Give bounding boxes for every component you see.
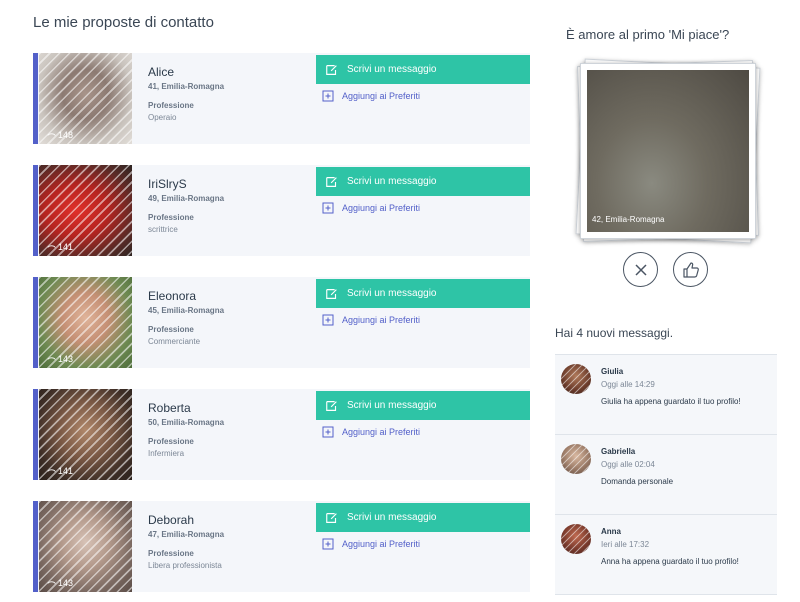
message-item[interactable]: Giulia Oggi alle 14:29 Giulia ha appena … (555, 355, 777, 435)
contact-location: 50, Emilia-Romagna (148, 418, 225, 427)
contact-location: 47, Emilia-Romagna (148, 530, 225, 539)
write-message-button[interactable]: Scrivi un messaggio (316, 55, 530, 84)
profession-label: Professione (148, 549, 194, 558)
compose-icon (326, 400, 337, 411)
profile-photo[interactable]: 141 (39, 389, 132, 480)
write-message-button[interactable]: Scrivi un messaggio (316, 391, 530, 420)
contact-name[interactable]: Roberta (148, 401, 318, 415)
message-text: Giulia ha appena guardato il tuo profilo… (601, 397, 741, 406)
message-text: Domanda personale (601, 477, 674, 486)
messages-panel-title: Hai 4 nuovi messaggi. (555, 326, 674, 340)
message-item[interactable]: Anna Ieri alle 17:32 Anna ha appena guar… (555, 515, 777, 595)
contact-card: 148 Alice 41, Emilia-Romagna Professione… (33, 53, 530, 144)
contact-card: 143 Eleonora 45, Emilia-Romagna Professi… (33, 277, 530, 368)
message-sender: Giulia (601, 367, 624, 376)
card-accent (33, 389, 38, 480)
messages-list: Giulia Oggi alle 14:29 Giulia ha appena … (555, 354, 777, 595)
views-count: 141 (47, 242, 73, 252)
write-message-button[interactable]: Scrivi un messaggio (316, 503, 530, 532)
avatar[interactable] (561, 444, 591, 474)
page-title: Le mie proposte di contatto (33, 14, 214, 31)
contact-card: 143 Deborah 47, Emilia-Romagna Professio… (33, 501, 530, 592)
profession-value: Commerciante (148, 337, 201, 346)
bookmark-plus-icon (322, 538, 334, 550)
add-favorite-link[interactable]: Aggiungi ai Preferiti (322, 538, 420, 550)
avatar[interactable] (561, 364, 591, 394)
reject-button[interactable] (623, 252, 658, 287)
message-text: Anna ha appena guardato il tuo profilo! (601, 557, 739, 566)
bookmark-plus-icon (322, 314, 334, 326)
contact-location: 45, Emilia-Romagna (148, 306, 225, 315)
bookmark-plus-icon (322, 90, 334, 102)
like-panel-title: È amore al primo 'Mi piace'? (566, 27, 730, 42)
views-count: 141 (47, 466, 73, 476)
write-message-button[interactable]: Scrivi un messaggio (316, 279, 530, 308)
card-accent (33, 53, 38, 144)
eye-icon (47, 244, 56, 248)
compose-icon (326, 176, 337, 187)
compose-icon (326, 64, 337, 75)
bookmark-plus-icon (322, 426, 334, 438)
message-sender: Gabriella (601, 447, 636, 456)
like-photo-card[interactable]: 42, Emilia-Romagna (580, 63, 756, 239)
close-circle-icon (634, 263, 647, 276)
card-accent (33, 277, 38, 368)
add-favorite-link[interactable]: Aggiungi ai Preferiti (322, 314, 420, 326)
like-photo-stack[interactable]: 42, Emilia-Romagna (575, 58, 761, 244)
compose-icon (326, 512, 337, 523)
views-count: 143 (47, 354, 73, 364)
like-photo: 42, Emilia-Romagna (587, 70, 749, 232)
contact-name[interactable]: Deborah (148, 513, 318, 527)
profession-value: Infermiera (148, 449, 185, 458)
profile-photo[interactable]: 143 (39, 501, 132, 592)
eye-icon (47, 468, 56, 472)
contact-location: 49, Emilia-Romagna (148, 194, 225, 203)
profession-label: Professione (148, 101, 194, 110)
write-message-button[interactable]: Scrivi un messaggio (316, 167, 530, 196)
views-count: 148 (47, 130, 73, 140)
profile-photo[interactable]: 141 (39, 165, 132, 256)
add-favorite-link[interactable]: Aggiungi ai Preferiti (322, 426, 420, 438)
contact-name[interactable]: Alice (148, 65, 318, 79)
eye-icon (47, 132, 56, 136)
avatar[interactable] (561, 524, 591, 554)
profession-label: Professione (148, 213, 194, 222)
contact-card: 141 IriSlryS 49, Emilia-Romagna Professi… (33, 165, 530, 256)
message-sender: Anna (601, 527, 621, 536)
compose-icon (326, 288, 337, 299)
contact-name[interactable]: IriSlryS (148, 177, 318, 191)
eye-icon (47, 356, 56, 360)
profile-photo[interactable]: 143 (39, 277, 132, 368)
profession-value: Operaio (148, 113, 177, 122)
thumbs-up-icon (682, 261, 699, 278)
eye-icon (47, 580, 56, 584)
profession-label: Professione (148, 437, 194, 446)
message-item[interactable]: Gabriella Oggi alle 02:04 Domanda person… (555, 435, 777, 515)
add-favorite-link[interactable]: Aggiungi ai Preferiti (322, 202, 420, 214)
views-count: 143 (47, 578, 73, 588)
message-time: Ieri alle 17:32 (601, 540, 650, 549)
profession-label: Professione (148, 325, 194, 334)
card-accent (33, 165, 38, 256)
profession-value: Libera professionista (148, 561, 222, 570)
contact-location: 41, Emilia-Romagna (148, 82, 225, 91)
profile-photo[interactable]: 148 (39, 53, 132, 144)
contact-name[interactable]: Eleonora (148, 289, 318, 303)
message-time: Oggi alle 14:29 (601, 380, 655, 389)
contact-card: 141 Roberta 50, Emilia-Romagna Professio… (33, 389, 530, 480)
profession-value: scrittrice (148, 225, 178, 234)
message-time: Oggi alle 02:04 (601, 460, 655, 469)
card-accent (33, 501, 38, 592)
photo-caption: 42, Emilia-Romagna (592, 215, 665, 224)
bookmark-plus-icon (322, 202, 334, 214)
like-button[interactable] (673, 252, 708, 287)
add-favorite-link[interactable]: Aggiungi ai Preferiti (322, 90, 420, 102)
